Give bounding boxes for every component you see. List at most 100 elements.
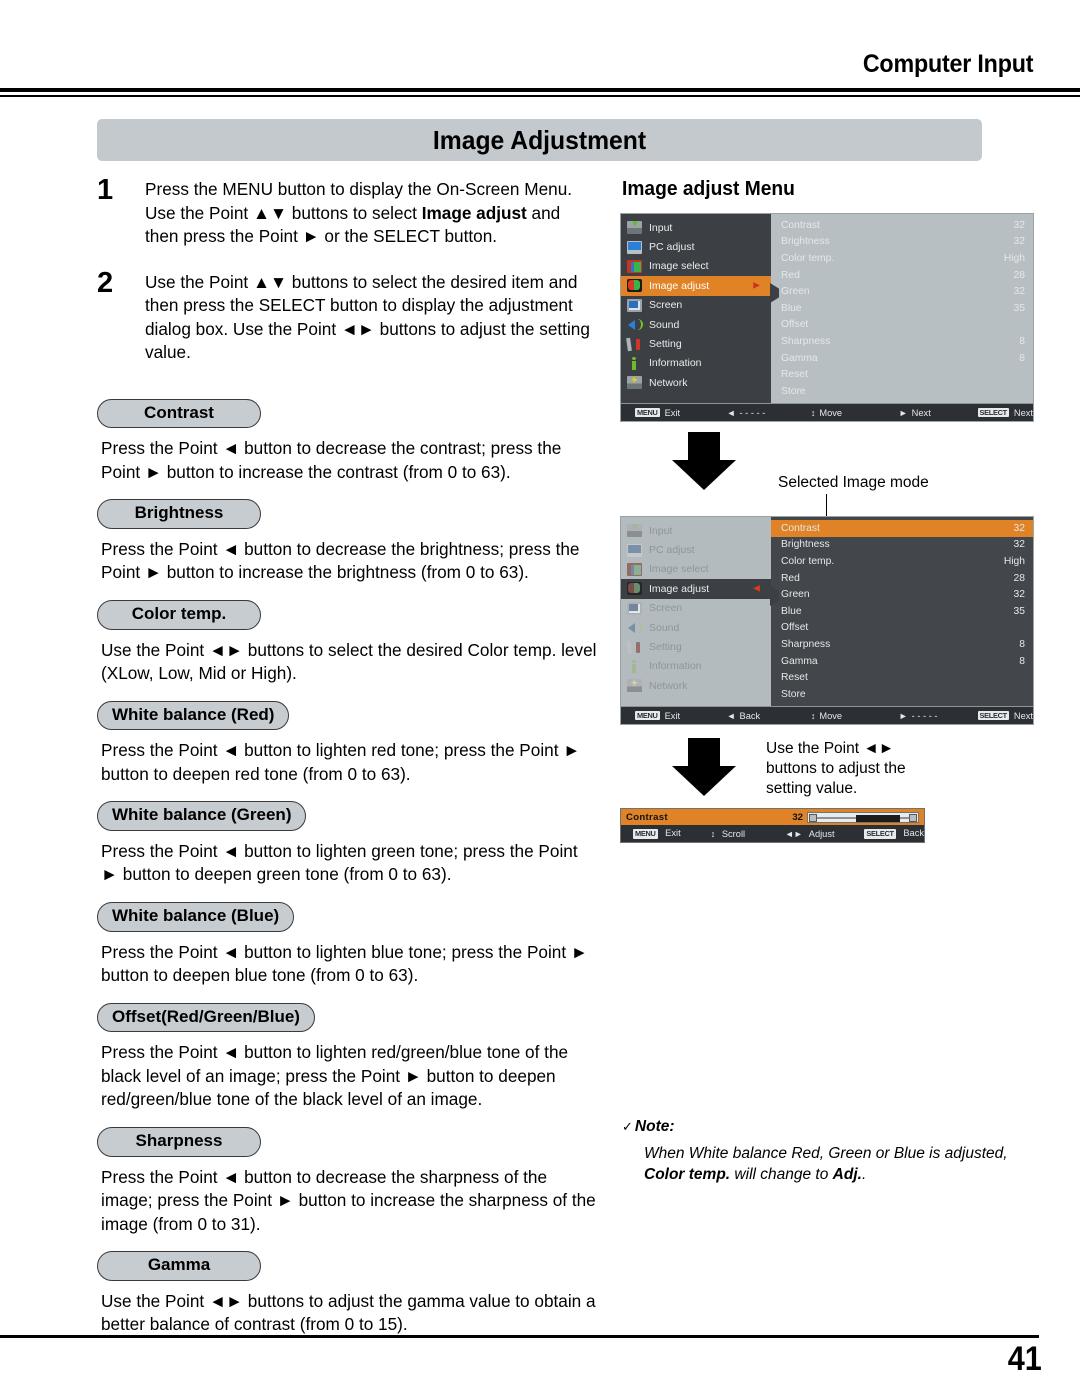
adjust-dialog-name: Contrast	[626, 811, 668, 823]
updown-arrow-icon: ↕	[810, 407, 816, 418]
osd-menu-row-brightness[interactable]: Brightness 32	[771, 537, 1033, 554]
topic-label-white-balance-blue: White balance (Blue)	[97, 901, 295, 932]
osd-main-panel-active: Contrast 32 Brightness 32 Color temp. High Red…	[771, 517, 1033, 706]
osd-sidebar-item-setting[interactable]: Setting	[621, 334, 771, 353]
dialog-footer-adjust: ◄► Adjust	[785, 829, 865, 839]
osd-menu-row-sharpness[interactable]: Sharpness 8	[771, 636, 1033, 653]
osd-menu-row-reset[interactable]: Reset	[771, 669, 1033, 686]
slider-left-knob[interactable]	[809, 813, 817, 822]
osd-sidebar-item-image-select[interactable]: Image select	[621, 257, 771, 276]
header-rule-thick	[0, 88, 1080, 92]
topic-body-brightness: Press the Point ◄ button to decrease the…	[101, 538, 580, 583]
network-icon	[627, 679, 642, 693]
note-heading-label: Note:	[634, 1118, 675, 1135]
topic-body-white-balance-red: Press the Point ◄ button to lighten red …	[101, 740, 581, 784]
note-body-bold-1: Color temp.	[644, 1166, 731, 1183]
adjust-setting-caption: Use the Point ◄► buttons to adjust the s…	[766, 740, 906, 797]
osd-menu-row-green[interactable]: Green 32	[771, 586, 1033, 603]
osd-sidebar-item-label: Image adjust	[649, 279, 710, 292]
step-1: 1 Press the MENU button to display the O…	[97, 174, 597, 249]
menu-key-badge-3: MENU	[633, 829, 658, 839]
osd-menu-row-label: Offset	[781, 622, 809, 634]
osd-sidebar-item-screen[interactable]: Screen	[621, 296, 771, 315]
osd-sidebar-item-input[interactable]: Input	[621, 521, 771, 540]
topic-body-white-balance-blue: Press the Point ◄ button to lighten blue…	[101, 941, 588, 986]
osd-menu-row-blue[interactable]: Blue 35	[771, 300, 1033, 317]
slider-right-knob[interactable]	[909, 813, 917, 822]
osd-menu-row-value: High	[1003, 555, 1025, 567]
osd-menu-row-value: High	[1003, 252, 1025, 264]
osd-footer-move-label-2: Move	[819, 710, 843, 721]
osd-menu-row-contrast[interactable]: Contrast 32	[771, 217, 1033, 234]
note-body-2: will change to	[730, 1166, 833, 1183]
step-2: 2 Use the Point ▲▼ buttons to select the…	[97, 267, 597, 365]
note-body-bold-2: Adj.	[832, 1166, 862, 1183]
topic-body-offset-rgb: Press the Point ◄ button to lighten red/…	[101, 1042, 569, 1110]
osd-menu-row-store[interactable]: Store	[771, 383, 1033, 400]
osd-sidebar-item-image-adjust[interactable]: Image adjust ►	[621, 276, 771, 296]
osd-menu-row-offset[interactable]: Offset	[771, 620, 1033, 637]
osd-menu-row-label: Gamma	[781, 655, 818, 667]
osd-sidebar-item-image-select[interactable]: Image select	[621, 560, 771, 579]
pc-adjust-icon	[627, 543, 642, 557]
page-number: 41	[1007, 1340, 1042, 1378]
osd-sidebar-item-input[interactable]: Input	[621, 218, 771, 237]
osd-sidebar-item-label: Information	[649, 357, 702, 370]
osd-sidebar-item-screen[interactable]: Screen	[621, 599, 771, 618]
osd-menu-row-label: Sharpness	[781, 638, 831, 650]
topic-label-brightness: Brightness	[97, 499, 261, 529]
osd-menu-row-store[interactable]: Store	[771, 686, 1033, 703]
osd-menu-row-label: Green	[781, 286, 810, 298]
osd-menu-row-green[interactable]: Green 32	[771, 283, 1033, 300]
osd-footer-select-label: Next	[1013, 407, 1033, 418]
information-icon	[627, 659, 642, 673]
adjust-dialog-bar: Contrast 32	[621, 809, 924, 825]
note-heading: ✓ Note:	[622, 1118, 1022, 1136]
step-2-number: 2	[97, 266, 114, 299]
osd-menu-row-gamma[interactable]: Gamma 8	[771, 653, 1033, 670]
osd-menu-row-contrast[interactable]: Contrast 32	[771, 520, 1033, 537]
topic-white-balance-red: White balance (Red) Press the Point ◄ bu…	[97, 700, 597, 787]
osd-menu-row-red[interactable]: Red 28	[771, 570, 1033, 587]
adjust-dialog: Contrast 32 MENU Exit ↕ Scroll ◄► Adjust…	[620, 808, 925, 843]
osd-menu-row-offset[interactable]: Offset	[771, 317, 1033, 334]
setting-icon	[627, 338, 642, 351]
osd-menu-row-blue[interactable]: Blue 35	[771, 603, 1033, 620]
input-icon	[627, 221, 642, 235]
osd-footer-move: ↕ Move	[811, 408, 899, 418]
osd-sidebar-item-label: Information	[649, 660, 702, 673]
osd-menu-row-color-temp-[interactable]: Color temp. High	[771, 553, 1033, 570]
leftright-arrow-icon: ◄►	[784, 828, 803, 839]
osd-menu-row-sharpness[interactable]: Sharpness 8	[771, 333, 1033, 350]
osd-sidebar-item-label: Input	[649, 221, 673, 234]
topic-gamma: Gamma Use the Point ◄► buttons to adjust…	[97, 1251, 597, 1337]
osd-menu-row-red[interactable]: Red 28	[771, 267, 1033, 284]
osd-sidebar-item-label: Network	[649, 376, 688, 389]
osd-footer-next: ► Next	[899, 408, 978, 418]
osd-sidebar-item-pc-adjust[interactable]: PC adjust	[621, 540, 771, 559]
osd-sidebar-item-sound[interactable]: Sound	[621, 315, 771, 334]
osd-sidebar-item-sound[interactable]: Sound	[621, 618, 771, 637]
step-1-number: 1	[97, 174, 114, 206]
note-block: ✓ Note: When White balance Red, Green or …	[622, 1118, 1022, 1185]
topic-body-gamma: Use the Point ◄► buttons to adjust the g…	[101, 1290, 596, 1335]
osd-menu-row-label: Contrast	[781, 522, 820, 534]
osd-sidebar-item-network[interactable]: Network	[621, 373, 771, 392]
osd-footer-exit-label-2: Exit	[664, 710, 681, 721]
osd-footer-select-label-2: Next	[1013, 710, 1033, 721]
osd-sidebar-item-network[interactable]: Network	[621, 676, 771, 695]
osd-menu-row-gamma[interactable]: Gamma 8	[771, 350, 1033, 367]
osd-sidebar-item-label: Screen	[649, 602, 683, 615]
osd-sidebar-item-image-adjust[interactable]: Image adjust ◄	[621, 579, 771, 599]
adjust-dialog-slider[interactable]	[807, 811, 919, 823]
osd-menu-row-brightness[interactable]: Brightness 32	[771, 234, 1033, 251]
osd-sidebar-item-pc-adjust[interactable]: PC adjust	[621, 237, 771, 256]
topic-label-offset-rgb: Offset(Red/Green/Blue)	[97, 1002, 315, 1033]
image-adjust-icon	[627, 279, 642, 293]
osd-menu-row-color-temp-[interactable]: Color temp. High	[771, 250, 1033, 267]
osd-sidebar-item-setting[interactable]: Setting	[621, 637, 771, 656]
osd-menu-row-reset[interactable]: Reset	[771, 366, 1033, 383]
osd-sidebar-item-information[interactable]: Information	[621, 354, 771, 373]
osd-menu-row-label: Store	[781, 688, 806, 700]
osd-sidebar-item-information[interactable]: Information	[621, 657, 771, 676]
